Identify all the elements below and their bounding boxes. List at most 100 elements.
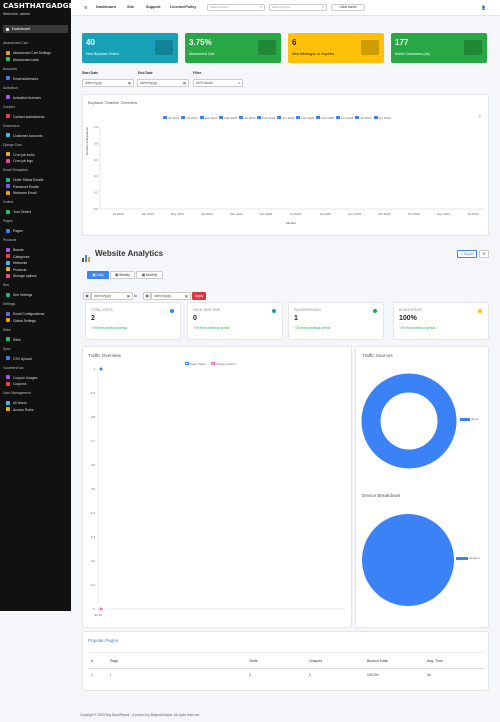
search-blogs-input[interactable]: Search blogs... ⚲ — [269, 4, 327, 11]
table-header: Visits — [249, 659, 258, 663]
chevron-down-icon: ▾ — [238, 81, 240, 85]
metric-change: ↑0% from previous period — [193, 326, 229, 330]
stat-value: 3.75% — [189, 38, 212, 47]
sidebar-item[interactable]: Sites — [6, 337, 21, 343]
sidebar-item-label: CSV Upload — [13, 356, 32, 361]
mail-icon — [6, 177, 10, 182]
sidebar-item[interactable]: Your Orders — [6, 209, 31, 215]
tab-weekly[interactable]: ▦ Weekly — [110, 271, 135, 279]
envelope-icon — [6, 114, 10, 119]
upload-icon — [6, 356, 10, 361]
table-header: Uniques — [309, 659, 323, 663]
filter-label: Filter — [193, 71, 202, 75]
x-tick-label: May 2023 — [171, 212, 185, 216]
box-icon — [6, 209, 10, 214]
sidebar-item[interactable]: Categories — [6, 254, 29, 260]
sidebar-item[interactable]: Coupon Usages — [6, 375, 37, 381]
sidebar-item[interactable]: Brands — [6, 247, 24, 253]
y-tick-label: 0.7 — [91, 439, 96, 443]
shield-icon — [6, 407, 10, 412]
sidebar-item[interactable]: Storage options — [6, 273, 37, 279]
nav-support[interactable]: Support — [146, 5, 161, 9]
analytics-date-to[interactable]: dd/mm/yyyy ▦ — [151, 292, 191, 300]
sidebar-item[interactable]: Welcome Email — [6, 190, 37, 196]
y-tick-label: 0.2 — [94, 191, 99, 195]
end-date-input[interactable]: dd/mm/yyyy ▦ — [137, 79, 189, 87]
tag-icon — [6, 247, 10, 252]
stat-card[interactable]: 177 Active Customers (All) — [391, 33, 487, 63]
sidebar-item[interactable]: Activation licences — [6, 95, 41, 101]
metric-change-text: 0% from previous period — [194, 326, 230, 330]
table-header: Page — [110, 659, 119, 663]
tab-monthly[interactable]: ▦ Monthly — [136, 271, 163, 279]
sidebar-item[interactable]: Pages — [6, 228, 23, 234]
refresh-icon[interactable]: ⟳ — [479, 250, 489, 258]
clear-cache-button[interactable]: Clear cache — [331, 4, 365, 11]
storage-icon — [6, 273, 10, 278]
cart-icon — [155, 40, 173, 55]
sidebar-item[interactable]: Seo Settings — [6, 292, 32, 298]
metric-change-text: 0% from previous period — [92, 326, 128, 330]
sidebar-item[interactable]: Password Emails — [6, 184, 39, 190]
analytics-date-from[interactable]: dd/mm/yyyy ▦ — [91, 292, 133, 300]
sidebar-item[interactable]: All Users — [6, 400, 27, 406]
sidebar-item[interactable]: Coupons — [6, 381, 27, 387]
y-tick-label: 0.8 — [94, 141, 99, 145]
sidebar-item[interactable]: Abandoned carts — [6, 57, 39, 63]
sidebar-item-label: Abandoned carts — [13, 57, 39, 62]
stat-label: New Messages or Inquiries — [292, 52, 335, 56]
apply-button[interactable]: Apply — [192, 292, 206, 300]
sidebar-item-label: Customer Accounts — [13, 133, 43, 138]
brand-logo[interactable]: CASHTHATGADGET — [0, 2, 78, 11]
calendar-icon: ▦ — [83, 292, 91, 300]
cart-icon — [6, 50, 10, 55]
filter-select[interactable]: All Products ▾ — [193, 79, 243, 87]
device-breakdown-chart — [362, 514, 468, 606]
metric-card: TOTAL VISITS 2 ↑0% from previous period — [85, 302, 181, 340]
nav-site[interactable]: Site — [127, 5, 134, 9]
users-icon — [6, 400, 10, 405]
sidebar-item[interactable]: Email Configurations — [6, 311, 44, 317]
sidebar-item[interactable]: Abandoned Cart Settings — [6, 50, 51, 56]
ticket-icon — [6, 375, 10, 380]
stat-card[interactable]: 6 New Messages or Inquiries — [288, 33, 384, 63]
sidebar-item[interactable]: CSV Upload — [6, 356, 32, 362]
x-tick-label: Jun 2025 — [378, 212, 391, 216]
sidebar-section-title: Orders — [3, 200, 14, 204]
sidebar-item[interactable]: Email addresses — [6, 76, 38, 82]
search-users-input[interactable]: Search users... ⚲ — [207, 4, 265, 11]
sidebar-item[interactable]: Access Roles — [6, 407, 34, 413]
metric-card: BOUNCE RATE 100% ↑0% from previous period — [393, 302, 489, 340]
sidebar-item-label: Seo Settings — [13, 293, 33, 297]
nav-dashboard[interactable]: Dashboard — [96, 5, 116, 9]
sidebar-item[interactable]: Contact submissions — [6, 114, 44, 120]
y-tick-label: 0.4 — [94, 174, 99, 178]
user-icon[interactable]: 👤 — [481, 5, 486, 10]
sidebar-item[interactable]: Products — [6, 267, 26, 273]
sidebar-item[interactable]: Global Settings — [6, 318, 36, 324]
sidebar-item[interactable]: Networks — [6, 260, 27, 266]
stat-card[interactable]: 3.75% Abandoned Cart — [185, 33, 281, 63]
series-point — [99, 367, 103, 371]
sidebar-item[interactable]: Cron job locks — [6, 152, 34, 158]
metric-change-text: 0% from previous period — [295, 326, 331, 330]
sidebar-section-title: Seo — [3, 283, 10, 287]
nav-license[interactable]: License/Policy — [170, 5, 196, 9]
sidebar-item[interactable]: Customer Accounts — [6, 133, 42, 139]
sidebar-item[interactable]: Order Status Emails — [6, 177, 43, 183]
menu-icon[interactable]: ☰ — [84, 5, 87, 10]
sidebar-item-label: Coupon Usages — [13, 375, 38, 380]
y-tick-label: 0.2 — [91, 559, 96, 563]
x-tick-label: Jul 2025 — [319, 212, 331, 216]
stat-value: 40 — [86, 38, 95, 47]
tab-daily[interactable]: ▦ Daily — [87, 271, 109, 279]
x-tick-label: Jul 2023 — [112, 212, 124, 216]
stat-card[interactable]: 40 New Buyback Orders — [82, 33, 178, 63]
sidebar-item-dashboard[interactable]: Dashboard — [3, 25, 68, 33]
stat-label: New Buyback Orders — [86, 52, 120, 56]
sidebar-item[interactable]: Cron job logs — [6, 158, 33, 164]
sidebar-section-title: Sites — [3, 327, 11, 332]
sidebar-item-label: Global Settings — [13, 318, 36, 323]
export-button[interactable]: ⇩ Export — [457, 250, 477, 258]
start-date-input[interactable]: dd/mm/yyyy ▦ — [82, 79, 134, 87]
